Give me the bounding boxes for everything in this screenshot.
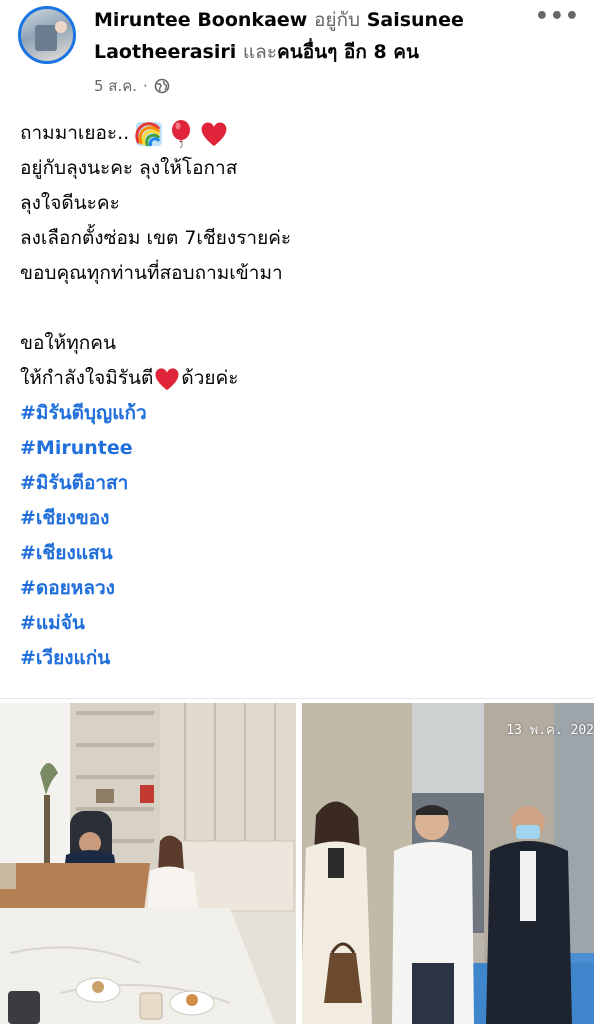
post-line-4: ลงเลือกตั้งซ่อม เขต 7เชียงรายค่ะ bbox=[20, 227, 292, 249]
post-photo-group[interactable]: 13 พ.ค. 202 bbox=[302, 703, 594, 1024]
post-line-7: ให้กำลังใจมิรันตี ด้วยค่ะ bbox=[20, 361, 580, 396]
more-options-icon[interactable]: ••• bbox=[535, 4, 580, 29]
hashtag-link[interactable]: #แม่จัน bbox=[20, 606, 580, 641]
hashtag-link[interactable]: #Miruntee bbox=[20, 431, 580, 466]
meta-separator: · bbox=[143, 77, 148, 95]
and-label: และ bbox=[242, 41, 277, 63]
post-line-3: ลุงใจดีนะคะ bbox=[20, 192, 120, 214]
post-body: ถามมาเยอะ.. อยู่กับลุงนะคะ ลุงให้โอกาส ล… bbox=[20, 116, 580, 676]
office-scene-image bbox=[0, 703, 296, 1024]
author-name[interactable]: Miruntee Boonkaew bbox=[94, 9, 307, 31]
photo-timestamp: 13 พ.ค. 202 bbox=[506, 723, 594, 738]
post-meta: 5 ส.ค. · bbox=[94, 74, 170, 98]
with-label: อยู่กับ bbox=[313, 9, 361, 31]
tagged-person-last-name[interactable]: Laotheerasiri bbox=[94, 41, 236, 63]
hashtag-link[interactable]: #ดอยหลวง bbox=[20, 571, 580, 606]
balloon-icon bbox=[172, 119, 191, 148]
hashtag-link[interactable]: #เชียงแสน bbox=[20, 536, 580, 571]
post-date[interactable]: 5 ส.ค. bbox=[94, 74, 137, 98]
author-avatar[interactable] bbox=[18, 6, 76, 64]
globe-icon bbox=[154, 78, 170, 94]
post-line-6: ขอให้ทุกคน bbox=[20, 332, 116, 354]
others-link[interactable]: คนอื่นๆ อีก 8 คน bbox=[277, 41, 419, 63]
hashtag-link[interactable]: #มิรันตีบุญแก้ว bbox=[20, 396, 580, 431]
post-line-2: อยู่กับลุงนะคะ ลุงให้โอกาส bbox=[20, 157, 238, 179]
post-photo-office[interactable] bbox=[0, 703, 296, 1024]
heart-icon bbox=[155, 367, 179, 390]
rainbow-icon bbox=[135, 121, 163, 147]
hashtag-link[interactable]: #มิรันตีอาสา bbox=[20, 466, 580, 501]
group-scene-image bbox=[302, 703, 594, 1024]
heart-icon bbox=[201, 122, 227, 146]
tagged-person-first-name[interactable]: Saisunee bbox=[367, 9, 464, 31]
post-line-5: ขอบคุณทุกท่านที่สอบถามเข้ามา bbox=[20, 262, 283, 284]
post-line-1: ถามมาเยอะ.. bbox=[20, 116, 580, 151]
divider bbox=[0, 698, 594, 699]
hashtag-link[interactable]: #เวียงแก่น bbox=[20, 641, 580, 676]
post-header: Miruntee Boonkaew อยู่กับ Saisunee Laoth… bbox=[94, 4, 544, 68]
hashtag-link[interactable]: #เชียงของ bbox=[20, 501, 580, 536]
